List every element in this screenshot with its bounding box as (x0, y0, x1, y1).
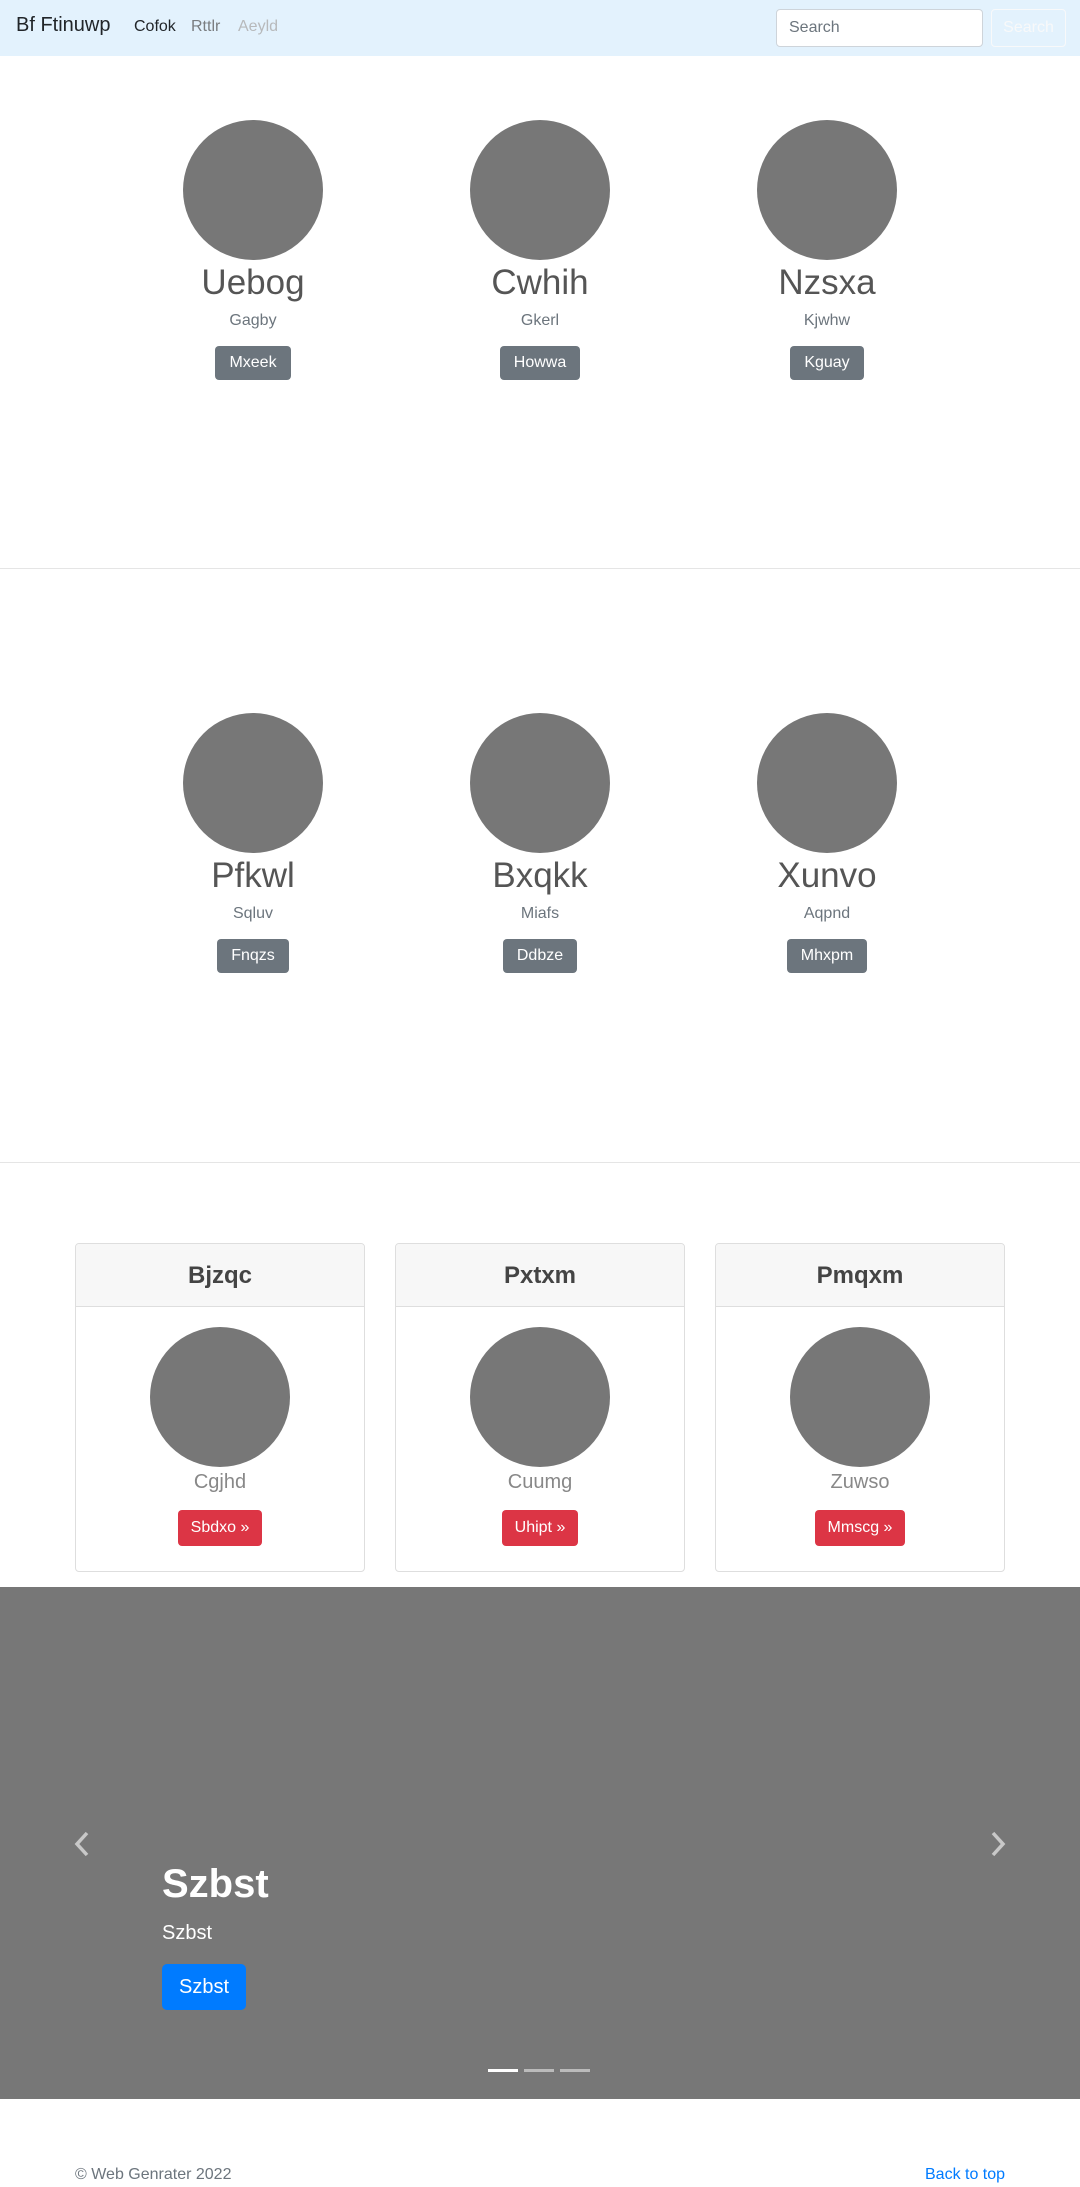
profile-column: Cwhih Gkerl Howwa (420, 120, 660, 380)
profile-subtitle: Miafs (520, 905, 560, 922)
card-button[interactable]: Uhipt » (501, 1510, 579, 1546)
card-body: Cgjhd Sbdxo » (76, 1307, 364, 1546)
carousel-caption-text: Szbst (162, 1922, 213, 1944)
profile-name: Nzsxa (778, 263, 876, 302)
nav-link-aeyld[interactable]: Aeyld (238, 18, 278, 36)
profile-subtitle: Gkerl (520, 312, 560, 329)
card: Pmqxm Zuwso Mmscg » (715, 1243, 1005, 1572)
carousel-indicator[interactable] (524, 2069, 554, 2072)
carousel-caption-title: Szbst (162, 1862, 269, 1906)
profile-subtitle: Kjwhw (803, 312, 851, 329)
card-header: Pxtxm (396, 1244, 684, 1307)
profile-name: Cwhih (491, 263, 589, 302)
footer-copyright: © Web Genrater 2022 (75, 2166, 232, 2183)
carousel-indicators (488, 2069, 590, 2072)
profile-column: Nzsxa Kjwhw Kguay (707, 120, 947, 380)
profile-button[interactable]: Kguay (790, 346, 864, 380)
carousel-indicator[interactable] (560, 2069, 590, 2072)
profile-column: Uebog Gagby Mxeek (133, 120, 373, 380)
card-button[interactable]: Mmscg » (814, 1510, 906, 1546)
profile-column: Bxqkk Miafs Ddbze (420, 713, 660, 973)
card-subtitle: Zuwso (830, 1471, 890, 1493)
card-button[interactable]: Sbdxo » (177, 1510, 263, 1546)
profile-button[interactable]: Howwa (499, 346, 581, 380)
card-body: Cuumg Uhipt » (396, 1307, 684, 1546)
avatar-placeholder (150, 1327, 290, 1467)
profile-subtitle: Sqluv (232, 905, 274, 922)
profile-button[interactable]: Fnqzs (217, 939, 289, 973)
nav-link-rttlr[interactable]: Rttlr (191, 18, 220, 36)
profile-name: Uebog (201, 263, 305, 302)
profile-name: Bxqkk (492, 856, 588, 895)
card-subtitle: Cgjhd (193, 1471, 247, 1493)
profile-button[interactable]: Mxeek (215, 346, 291, 380)
profile-subtitle: Gagby (229, 312, 277, 329)
profile-name: Xunvo (777, 856, 877, 895)
card-header: Pmqxm (716, 1244, 1004, 1307)
chevron-left-icon[interactable] (70, 1829, 94, 1859)
avatar-placeholder (470, 120, 610, 260)
avatar-placeholder (183, 713, 323, 853)
carousel: Szbst Szbst Szbst (0, 1587, 1080, 2099)
profile-button[interactable]: Ddbze (502, 939, 578, 973)
avatar-placeholder (183, 120, 323, 260)
chevron-right-icon[interactable] (986, 1829, 1010, 1859)
card-header: Bjzqc (76, 1244, 364, 1307)
profile-button[interactable]: Mhxpm (786, 939, 868, 973)
avatar-placeholder (757, 713, 897, 853)
carousel-indicator[interactable] (488, 2069, 518, 2072)
avatar-placeholder (790, 1327, 930, 1467)
top-navbar: Bf Ftinuwp Cofok Rttlr Aeyld Search (0, 0, 1080, 56)
profile-name: Pfkwl (211, 856, 295, 895)
card: Bjzqc Cgjhd Sbdxo » (75, 1243, 365, 1572)
card-body: Zuwso Mmscg » (716, 1307, 1004, 1546)
profile-column: Xunvo Aqpnd Mhxpm (707, 713, 947, 973)
profile-subtitle: Aqpnd (803, 905, 851, 922)
back-to-top-link[interactable]: Back to top (925, 2166, 1005, 2184)
avatar-placeholder (470, 713, 610, 853)
avatar-placeholder (470, 1327, 610, 1467)
search-input[interactable] (776, 9, 983, 47)
profile-column: Pfkwl Sqluv Fnqzs (133, 713, 373, 973)
section-divider (0, 1162, 1080, 1163)
avatar-placeholder (757, 120, 897, 260)
card-subtitle: Cuumg (507, 1471, 573, 1493)
navbar-brand[interactable]: Bf Ftinuwp (16, 14, 110, 37)
card: Pxtxm Cuumg Uhipt » (395, 1243, 685, 1572)
nav-link-cofok[interactable]: Cofok (134, 18, 176, 36)
section-divider (0, 568, 1080, 569)
carousel-button[interactable]: Szbst (162, 1964, 247, 2010)
search-button[interactable]: Search (991, 9, 1066, 47)
